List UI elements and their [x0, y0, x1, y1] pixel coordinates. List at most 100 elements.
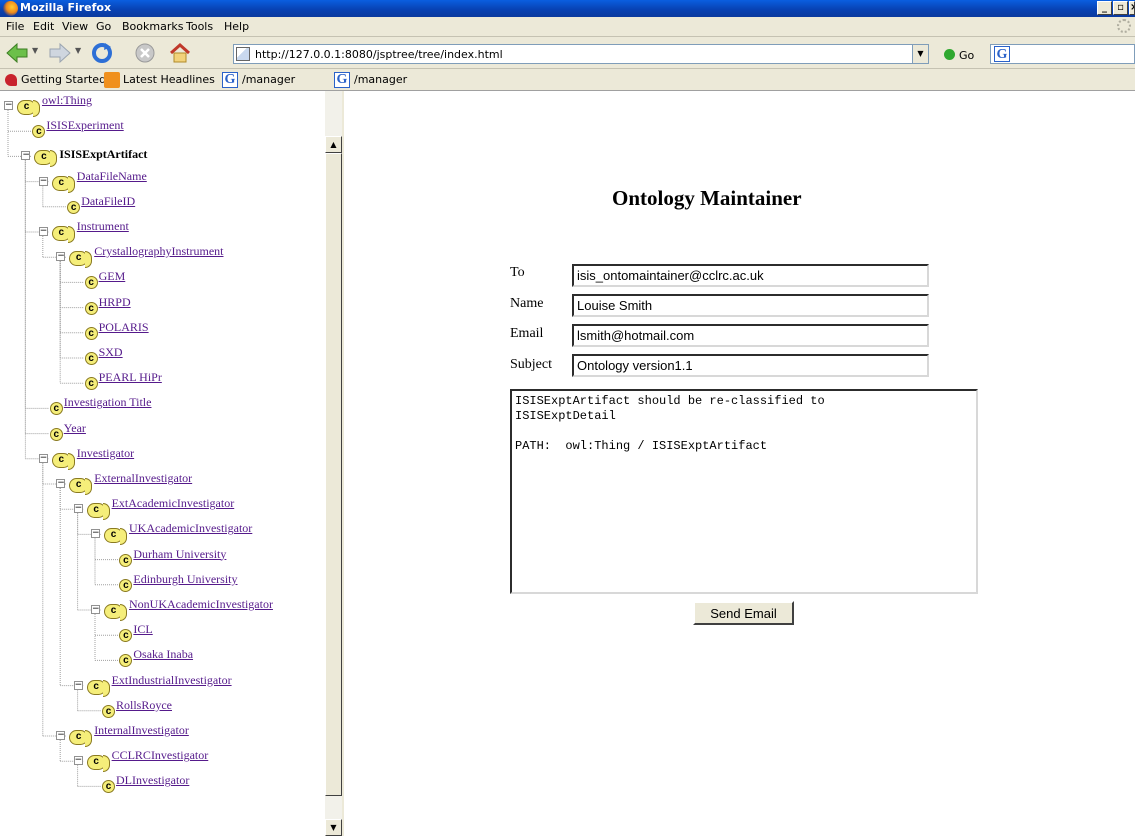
bookmark-getting-started[interactable]: Getting Started [21, 73, 106, 86]
collapse-toggle-icon[interactable]: − [38, 453, 48, 463]
bookmark-latest-headlines[interactable]: Latest Headlines [123, 73, 215, 86]
navigation-toolbar: ▼ ▼ http://127.0.0.1:8080/jsptree/tree/i… [0, 37, 1135, 69]
menu-tools[interactable]: Tools [186, 20, 213, 33]
scroll-thumb[interactable] [325, 153, 342, 796]
tree-node-label[interactable]: PEARL HiPr [99, 370, 162, 385]
search-box[interactable]: G [990, 44, 1135, 64]
tree-node-label[interactable]: UKAcademicInvestigator [129, 521, 252, 536]
bookmark-manager-1[interactable]: /manager [242, 73, 295, 86]
reload-icon[interactable] [90, 42, 114, 64]
maximize-button[interactable]: ▫ [1113, 1, 1128, 15]
class-icon: c [51, 452, 75, 470]
tree-node-label[interactable]: POLARIS [99, 320, 149, 335]
collapse-toggle-icon[interactable]: − [73, 756, 83, 766]
menu-view[interactable]: View [62, 20, 88, 33]
class-icon: c [102, 704, 115, 718]
class-icon: c [84, 301, 98, 315]
tree-node-label[interactable]: GEM [99, 269, 126, 284]
tree-node-label[interactable]: HRPD [99, 295, 131, 310]
tree-node: − c ExternalInvestigator [0, 471, 325, 495]
address-text[interactable]: http://127.0.0.1:8080/jsptree/tree/index… [255, 48, 503, 61]
collapse-toggle-icon[interactable]: − [91, 529, 100, 539]
tree-node: c Osaka Inaba [0, 647, 325, 669]
tree-node-label[interactable]: ExternalInvestigator [94, 471, 192, 486]
send-email-button[interactable]: Send Email [693, 601, 794, 625]
tree-node-label[interactable]: DataFileName [77, 169, 147, 184]
subject-label: Subject [510, 357, 552, 372]
bookmark-manager-2[interactable]: /manager [354, 73, 407, 86]
tree-node-label[interactable]: NonUKAcademicInvestigator [129, 597, 273, 612]
collapse-toggle-icon[interactable]: − [73, 680, 83, 690]
class-icon: c [102, 780, 115, 794]
close-button[interactable]: × [1129, 1, 1135, 15]
class-icon: c [17, 100, 40, 117]
go-arrow-icon[interactable] [944, 49, 955, 60]
stop-icon[interactable] [134, 42, 156, 64]
tree-node-label[interactable]: InternalInvestigator [94, 723, 189, 738]
tree-node-label[interactable]: ICL [133, 622, 152, 637]
collapse-toggle-icon[interactable]: − [56, 479, 66, 488]
class-icon: c [32, 125, 46, 139]
tree-node-label[interactable]: RollsRoyce [116, 698, 172, 713]
tree-node-label[interactable]: CCLRCInvestigator [112, 748, 209, 763]
collapse-toggle-icon[interactable]: − [73, 504, 83, 514]
home-icon[interactable] [168, 42, 192, 64]
tree-node-label[interactable]: ISISExperiment [46, 118, 123, 133]
forward-arrow-icon[interactable] [48, 42, 72, 64]
tree-node: − c UKAcademicInvestigator [0, 521, 325, 546]
menu-edit[interactable]: Edit [33, 20, 54, 33]
tree-scrollbar[interactable]: ▲ ▼ [325, 91, 342, 836]
back-arrow-icon[interactable] [5, 42, 29, 64]
go-button[interactable]: Go [959, 49, 974, 62]
class-icon: c [119, 629, 133, 643]
tree-node-label[interactable]: DataFileID [81, 194, 135, 209]
tree-node-label[interactable]: Osaka Inaba [133, 647, 193, 662]
address-bar[interactable]: http://127.0.0.1:8080/jsptree/tree/index… [233, 44, 929, 64]
menu-file[interactable]: File [6, 20, 24, 33]
subject-field[interactable] [572, 354, 929, 377]
menu-bookmarks[interactable]: Bookmarks [122, 20, 183, 33]
name-field[interactable] [572, 294, 929, 317]
google-g-icon[interactable]: G [994, 46, 1010, 62]
tree-node-label[interactable]: DLInvestigator [116, 773, 189, 788]
collapse-toggle-icon[interactable]: − [56, 731, 66, 740]
class-icon: c [49, 402, 63, 416]
tree-node-label[interactable]: Investigation Title [64, 395, 152, 410]
collapse-toggle-icon[interactable]: − [91, 605, 100, 614]
tree-node-label[interactable]: ExtAcademicInvestigator [112, 496, 235, 511]
tree-node: c DataFileID [0, 194, 325, 216]
tree-node-label[interactable]: ExtIndustrialInvestigator [112, 673, 232, 688]
minimize-button[interactable]: _ [1097, 1, 1112, 15]
tree-node-label[interactable]: SXD [99, 345, 123, 360]
forward-dropdown-icon[interactable]: ▼ [75, 46, 81, 55]
message-textarea[interactable]: ISISExptArtifact should be re-classified… [510, 389, 978, 594]
email-form-pane: Ontology Maintainer To Name Email Subjec… [344, 91, 1135, 836]
tree-node-label[interactable]: Investigator [77, 446, 134, 461]
scroll-up-icon[interactable]: ▲ [325, 136, 342, 153]
collapse-toggle-icon[interactable]: − [4, 101, 13, 110]
tree-node-label[interactable]: Durham University [133, 547, 226, 562]
scroll-down-icon[interactable]: ▼ [325, 819, 342, 836]
tree-node-label[interactable]: CrystallographyInstrument [94, 244, 223, 259]
throbber-icon [1117, 19, 1131, 33]
tree-node-label[interactable]: Instrument [77, 219, 129, 234]
menu-help[interactable]: Help [224, 20, 249, 33]
collapse-toggle-icon[interactable]: − [38, 227, 48, 236]
to-field[interactable] [572, 264, 929, 287]
collapse-toggle-icon[interactable]: − [56, 252, 66, 262]
firefox-icon [3, 1, 18, 16]
back-dropdown-icon[interactable]: ▼ [32, 46, 38, 55]
menu-bar: File Edit View Go Bookmarks Tools Help [0, 17, 1135, 37]
tree-node: − c CrystallographyInstrument [0, 244, 325, 269]
menu-go[interactable]: Go [96, 20, 111, 33]
tree-node-label[interactable]: ISISExptArtifact [59, 147, 147, 162]
tree-node-label[interactable]: Year [64, 421, 86, 436]
page-icon [236, 47, 250, 61]
class-icon: c [84, 352, 98, 365]
tree-node-label[interactable]: Edinburgh University [133, 572, 237, 587]
collapse-toggle-icon[interactable]: − [38, 176, 48, 186]
tree-node-label[interactable]: owl:Thing [42, 93, 92, 108]
email-field[interactable] [572, 324, 929, 347]
address-dropdown-icon[interactable]: ▼ [912, 45, 928, 63]
collapse-toggle-icon[interactable]: − [21, 151, 31, 161]
